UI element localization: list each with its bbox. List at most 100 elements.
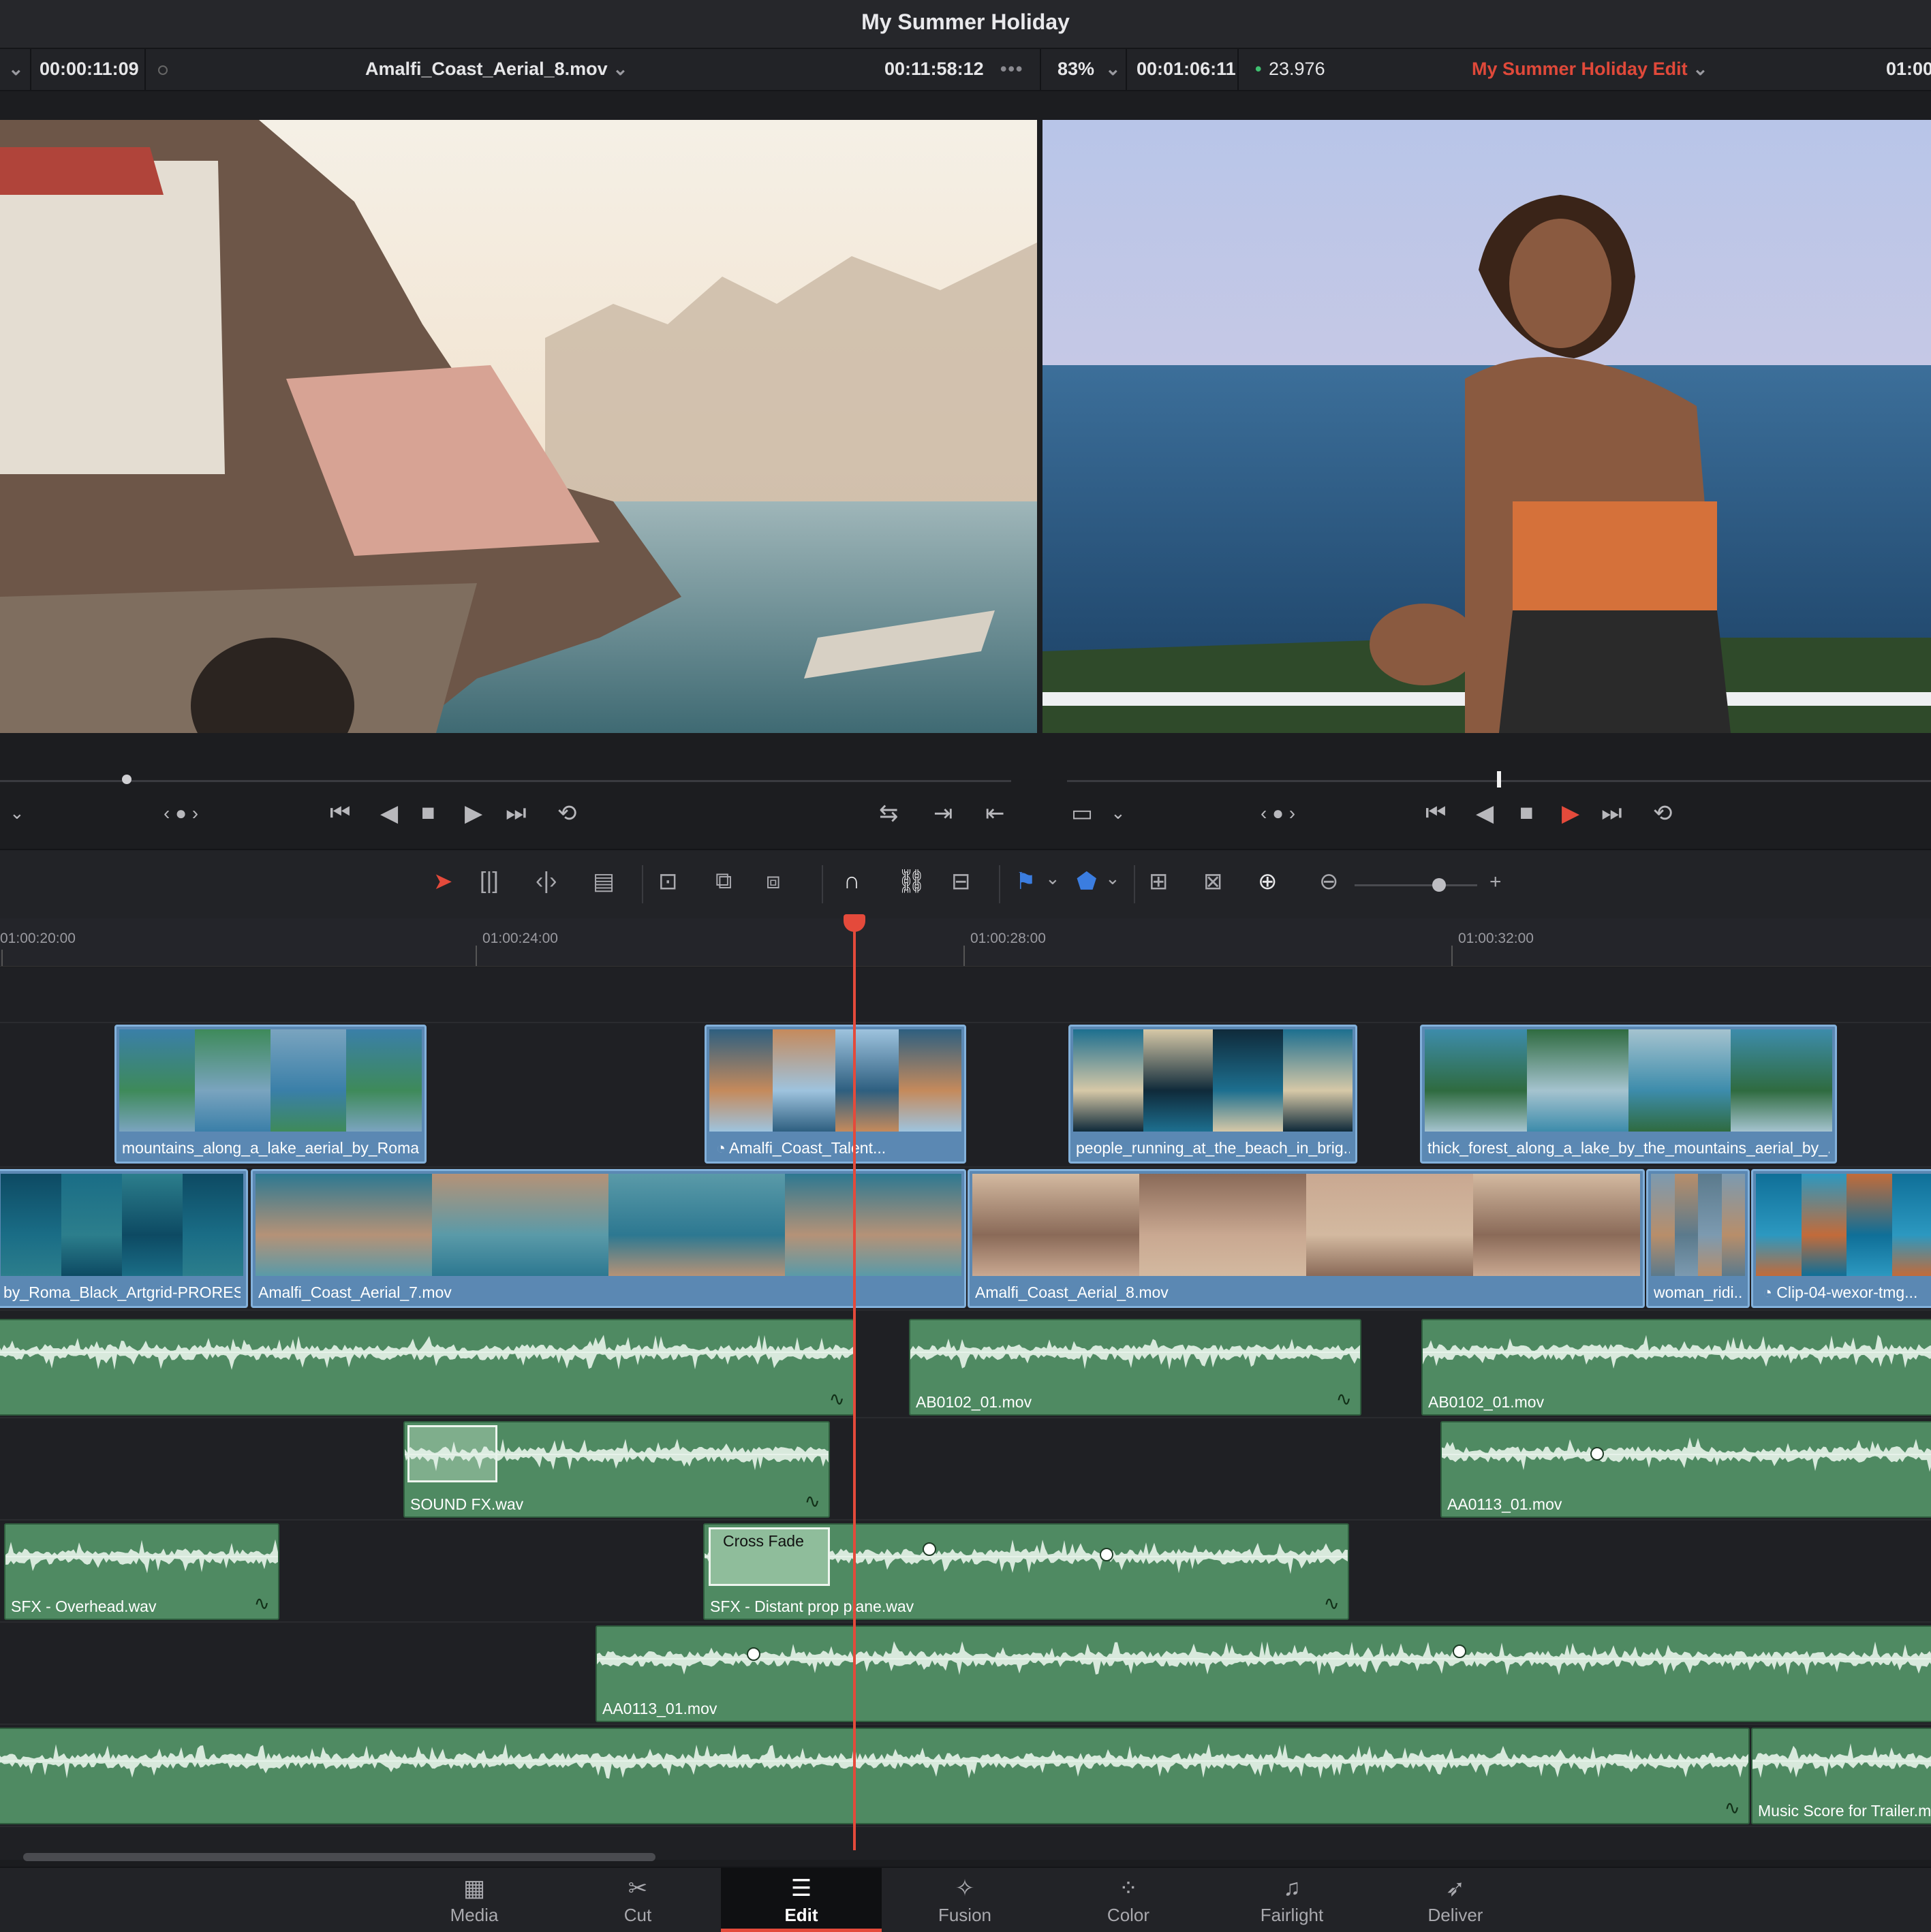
video-clip[interactable]: Amalfi_Coast_Aerial_8.mov bbox=[968, 1169, 1645, 1308]
viewer-header: ⌄ 00:00:11:09 Amalfi_Coast_Aerial_8.mov … bbox=[0, 49, 1931, 91]
audio-curve-icon[interactable]: ∿ bbox=[805, 1490, 820, 1512]
detail-zoom-icon[interactable]: ⊠ bbox=[1203, 868, 1223, 895]
video-clip[interactable]: by_Roma_Black_Artgrid-PRORES4... bbox=[0, 1169, 248, 1308]
timeline-scrub-handle[interactable] bbox=[1497, 771, 1501, 788]
zoom-slider-track[interactable] bbox=[1355, 884, 1477, 886]
audio-clip[interactable]: SOUND FX.wav ∿ bbox=[403, 1421, 830, 1518]
audio-curve-icon[interactable]: ∿ bbox=[829, 1388, 845, 1410]
source-options-menu[interactable]: ••• bbox=[1000, 59, 1023, 80]
play-reverse-icon[interactable]: ◀ bbox=[1476, 800, 1494, 827]
video-clip[interactable]: thick_forest_along_a_lake_by_the_mountai… bbox=[1420, 1025, 1837, 1164]
transform-overlay-icon[interactable]: ▭ bbox=[1071, 800, 1093, 827]
position-lock-icon[interactable]: ⊟ bbox=[951, 868, 971, 895]
source-timecode[interactable]: 00:00:11:09 bbox=[40, 59, 139, 80]
timeline-timecode[interactable]: 00:01:06:11 bbox=[1137, 59, 1236, 80]
loop-icon[interactable]: ⟲ bbox=[1653, 800, 1673, 827]
timeline-jog-control[interactable]: ‹ ● › bbox=[1261, 803, 1295, 824]
playhead[interactable] bbox=[853, 918, 856, 1850]
page-tab-fusion[interactable]: ✧ Fusion bbox=[884, 1868, 1045, 1932]
audio-clip[interactable]: AA0113_01.mov bbox=[1440, 1421, 1931, 1518]
snapping-icon[interactable]: ∩ bbox=[844, 868, 860, 894]
flag-icon[interactable]: ⚑ bbox=[1015, 868, 1036, 895]
source-clip-name[interactable]: Amalfi_Coast_Aerial_8.mov ⌄ bbox=[365, 59, 628, 80]
audio-clip[interactable]: SFX - Overhead.wav ∿ bbox=[4, 1523, 279, 1620]
mark-out-icon[interactable]: ⇤ bbox=[985, 800, 1005, 827]
go-to-end-icon[interactable]: ⏭ bbox=[506, 800, 527, 826]
audio-curve-icon[interactable]: ∿ bbox=[254, 1592, 270, 1615]
mark-in-icon[interactable]: ⇥ bbox=[933, 800, 953, 827]
cross-fade-transition[interactable]: Cross Fade bbox=[709, 1527, 830, 1586]
zoom-slider-handle[interactable] bbox=[1432, 878, 1446, 892]
keyframe-point[interactable] bbox=[747, 1647, 760, 1661]
go-to-end-icon[interactable]: ⏭ bbox=[1601, 800, 1622, 826]
media-icon: ▦ bbox=[394, 1875, 555, 1902]
keyframe-point[interactable] bbox=[1100, 1548, 1113, 1561]
play-reverse-icon[interactable]: ◀ bbox=[380, 800, 398, 827]
match-frame-icon[interactable]: ⇆ bbox=[879, 800, 899, 827]
audio-clip[interactable]: AA0113_01.mov bbox=[596, 1625, 1931, 1722]
timeline-zoom-chevron-icon[interactable]: ⌄ bbox=[1105, 59, 1121, 80]
source-view-options-chevron-icon[interactable]: ⌄ bbox=[10, 803, 25, 824]
linked-selection-icon[interactable]: ⛓ bbox=[897, 868, 926, 895]
audio-clip[interactable]: Music Score for Trailer.mov bbox=[1751, 1728, 1931, 1824]
keyframe-point[interactable] bbox=[1453, 1645, 1466, 1658]
video-clip[interactable]: woman_ridi... bbox=[1646, 1169, 1750, 1308]
thumbnail-frame bbox=[1143, 1029, 1214, 1132]
audio-curve-icon[interactable]: ∿ bbox=[1336, 1388, 1352, 1410]
timeline-ruler[interactable]: 01:00:20:00 01:00:24:00 01:00:28:00 01:0… bbox=[0, 918, 1931, 967]
timeline-zoom-value[interactable]: 83% bbox=[1057, 59, 1094, 80]
stop-icon[interactable]: ■ bbox=[421, 800, 435, 826]
replace-clip-icon[interactable]: ⧈ bbox=[766, 868, 781, 894]
video-clip[interactable]: people_running_at_the_beach_in_brig... bbox=[1068, 1025, 1357, 1164]
page-tab-media[interactable]: ▦ Media bbox=[394, 1868, 555, 1932]
keyframe-point[interactable] bbox=[923, 1542, 936, 1556]
clip-label: mountains_along_a_lake_aerial_by_Roma... bbox=[122, 1139, 419, 1157]
video-clip[interactable]: mountains_along_a_lake_aerial_by_Roma... bbox=[114, 1025, 427, 1164]
page-tab-cut[interactable]: ✂ Cut bbox=[557, 1868, 718, 1932]
selection-arrow-icon[interactable]: ➤ bbox=[433, 868, 453, 895]
audio-clip[interactable]: ∿ bbox=[0, 1728, 1750, 1824]
page-tab-fairlight[interactable]: ♫ Fairlight bbox=[1211, 1868, 1372, 1932]
zoom-in-icon[interactable]: + bbox=[1489, 871, 1502, 894]
go-to-start-icon[interactable]: ⏮ bbox=[330, 800, 351, 826]
source-scrub-handle[interactable] bbox=[122, 775, 132, 784]
keyframe-point[interactable] bbox=[1590, 1447, 1604, 1461]
zoom-out-icon[interactable]: ⊖ bbox=[1319, 868, 1339, 895]
blade-edit-icon[interactable]: ▤ bbox=[593, 868, 615, 895]
audio-curve-icon[interactable]: ∿ bbox=[1324, 1592, 1340, 1615]
timeline-viewer-image[interactable] bbox=[1042, 120, 1931, 733]
play-icon[interactable]: ▶ bbox=[465, 800, 482, 827]
audio-clip[interactable]: Cross Fade SFX - Distant prop plane.wav … bbox=[703, 1523, 1349, 1620]
play-icon-active[interactable]: ▶ bbox=[1562, 800, 1579, 827]
overlay-chevron-icon[interactable]: ⌄ bbox=[1111, 803, 1126, 824]
marker-icon[interactable]: ⬟ bbox=[1077, 868, 1097, 895]
flag-chevron-icon[interactable]: ⌄ bbox=[1045, 868, 1060, 889]
video-clip[interactable]: ◔ Amalfi_Coast_Talent... bbox=[705, 1025, 966, 1164]
marker-chevron-icon[interactable]: ⌄ bbox=[1105, 868, 1120, 889]
audio-clip[interactable]: ∿ bbox=[0, 1319, 854, 1416]
custom-zoom-icon[interactable]: ⊕ bbox=[1258, 868, 1278, 895]
video-clip[interactable]: Amalfi_Coast_Aerial_7.mov bbox=[251, 1169, 966, 1308]
timeline-name-dropdown[interactable]: My Summer Holiday Edit ⌄ bbox=[1472, 59, 1708, 80]
insert-clip-icon[interactable]: ⊡ bbox=[658, 868, 678, 895]
video-clip[interactable]: ◔ Clip-04-wexor-tmg... bbox=[1751, 1169, 1931, 1308]
stop-icon[interactable]: ■ bbox=[1519, 800, 1534, 826]
page-tab-deliver[interactable]: ➶ Deliver bbox=[1375, 1868, 1536, 1932]
source-scrub-bar[interactable] bbox=[0, 780, 1011, 782]
dynamic-trim-icon[interactable]: ‹|› bbox=[536, 868, 557, 894]
go-to-start-icon[interactable]: ⏮ bbox=[1425, 800, 1447, 826]
full-extent-zoom-icon[interactable]: ⊞ bbox=[1149, 868, 1169, 895]
loop-icon[interactable]: ⟲ bbox=[557, 800, 577, 827]
thumbnail-frame bbox=[1, 1174, 61, 1276]
audio-curve-icon[interactable]: ∿ bbox=[1725, 1796, 1740, 1819]
page-tab-edit[interactable]: ☰ Edit bbox=[721, 1868, 882, 1932]
source-zoom-dropdown[interactable]: ⌄ bbox=[8, 59, 24, 80]
trim-edit-icon[interactable]: [|] bbox=[480, 868, 499, 894]
source-jog-control[interactable]: ‹ ● › bbox=[164, 803, 198, 824]
audio-clip[interactable]: AB0102_01.mov ∿ bbox=[909, 1319, 1361, 1416]
overwrite-clip-icon[interactable]: ⧉ bbox=[715, 868, 732, 894]
audio-clip[interactable]: AB0102_01.mov bbox=[1421, 1319, 1931, 1416]
timeline-horizontal-scrollbar[interactable] bbox=[23, 1853, 655, 1861]
page-tab-color[interactable]: ⁘ Color bbox=[1048, 1868, 1209, 1932]
source-viewer-image[interactable] bbox=[0, 120, 1037, 733]
